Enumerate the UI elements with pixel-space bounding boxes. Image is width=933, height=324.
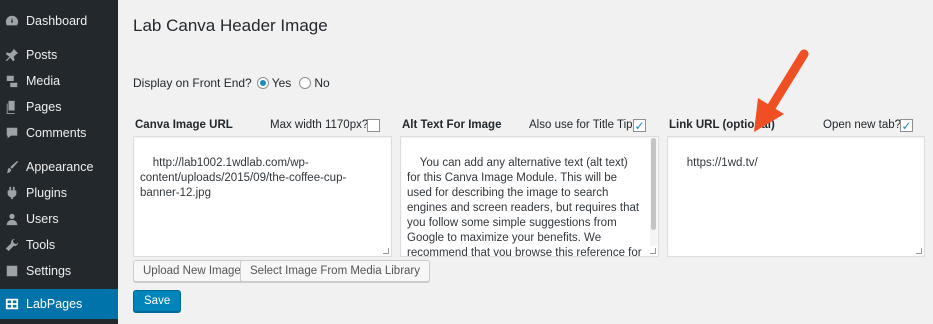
display-front-end-label: Display on Front End? (133, 76, 252, 90)
settings-icon (4, 263, 20, 279)
sidebar-item-labpages[interactable]: LabPages (0, 289, 118, 319)
display-yes-radio[interactable] (256, 77, 269, 89)
resize-handle[interactable] (650, 248, 656, 254)
sidebar-item-tools[interactable]: Tools (0, 233, 118, 257)
scrollbar-thumb[interactable] (651, 138, 656, 230)
textarea-scrollbar[interactable] (650, 138, 657, 246)
save-button[interactable]: Save (133, 290, 182, 312)
sidebar-item-comments[interactable]: Comments (0, 121, 118, 145)
pages-icon (4, 99, 20, 115)
grid-icon (4, 296, 20, 312)
display-no-radio[interactable] (299, 77, 312, 89)
alt-text-textarea[interactable]: You can add any alternative text (alt te… (400, 136, 659, 257)
sidebar-item-label: Media (26, 74, 61, 88)
new-tab-label: Open new tab? (823, 119, 902, 131)
sidebar-item-settings[interactable]: Settings (0, 259, 118, 283)
media-icon (4, 73, 20, 89)
sidebar-item-plugins[interactable]: Plugins (0, 181, 118, 205)
canva-url-value: http://lab1002.1wdlab.com/wp-content/upl… (140, 157, 347, 199)
sidebar-item-label: Plugins (26, 186, 67, 200)
sidebar-item-label: Dashboard (26, 14, 88, 28)
display-yes-label[interactable]: Yes (272, 76, 292, 90)
sidebar-item-label: Users (26, 212, 59, 226)
admin-sidebar: Dashboard Posts Media Pages Comments App… (0, 0, 118, 324)
sidebar-item-label: Tools (26, 238, 56, 252)
main-content: Lab Canva Header Image Display on Front … (118, 0, 933, 324)
title-tip-checkbox[interactable]: ✓ (633, 119, 646, 132)
alt-text-label: Alt Text For Image (402, 119, 502, 131)
canva-url-label: Canva Image URL (135, 119, 233, 131)
new-tab-checkbox[interactable]: ✓ (900, 119, 913, 132)
sidebar-item-label: Pages (26, 100, 62, 114)
upload-new-image-button[interactable]: Upload New Image (133, 260, 251, 282)
title-tip-label: Also use for Title Tip? (529, 119, 639, 131)
resize-handle[interactable] (383, 248, 389, 254)
sidebar-item-posts[interactable]: Posts (0, 43, 118, 67)
sidebar-item-pages[interactable]: Pages (0, 95, 118, 119)
page-title: Lab Canva Header Image (133, 16, 328, 35)
sidebar-item-label: Settings (26, 264, 72, 278)
plugin-icon (4, 185, 20, 201)
brush-icon (4, 159, 20, 175)
wrench-icon (4, 237, 20, 253)
checkmark-icon: ✓ (901, 118, 912, 133)
display-no-label[interactable]: No (314, 76, 329, 90)
annotation-arrow-icon (754, 49, 809, 132)
sidebar-item-appearance[interactable]: Appearance (0, 155, 118, 179)
dashboard-icon (4, 13, 20, 29)
link-url-value: https://1wd.tv/ (686, 157, 758, 169)
comments-icon (4, 125, 20, 141)
max-width-checkbox[interactable] (367, 119, 380, 132)
canva-url-textarea[interactable]: http://lab1002.1wdlab.com/wp-content/upl… (133, 136, 392, 257)
sidebar-item-label: Appearance (26, 160, 94, 174)
sidebar-item-media[interactable]: Media (0, 69, 118, 93)
checkmark-icon: ✓ (634, 118, 645, 133)
sidebar-item-label: LabPages (26, 297, 83, 311)
users-icon (4, 211, 20, 227)
sidebar-item-label: Posts (26, 48, 58, 62)
select-media-library-button[interactable]: Select Image From Media Library (240, 260, 431, 282)
display-front-end-row: Display on Front End? Yes No (133, 76, 330, 90)
alt-text-value: You can add any alternative text (alt te… (407, 157, 642, 257)
pin-icon (4, 47, 20, 63)
link-url-textarea[interactable]: https://1wd.tv/ (667, 136, 925, 257)
sidebar-item-label: Comments (26, 126, 87, 140)
resize-handle[interactable] (916, 248, 922, 254)
sidebar-item-dashboard[interactable]: Dashboard (0, 9, 118, 33)
max-width-label: Max width 1170px? (270, 119, 369, 131)
sidebar-item-users[interactable]: Users (0, 207, 118, 231)
